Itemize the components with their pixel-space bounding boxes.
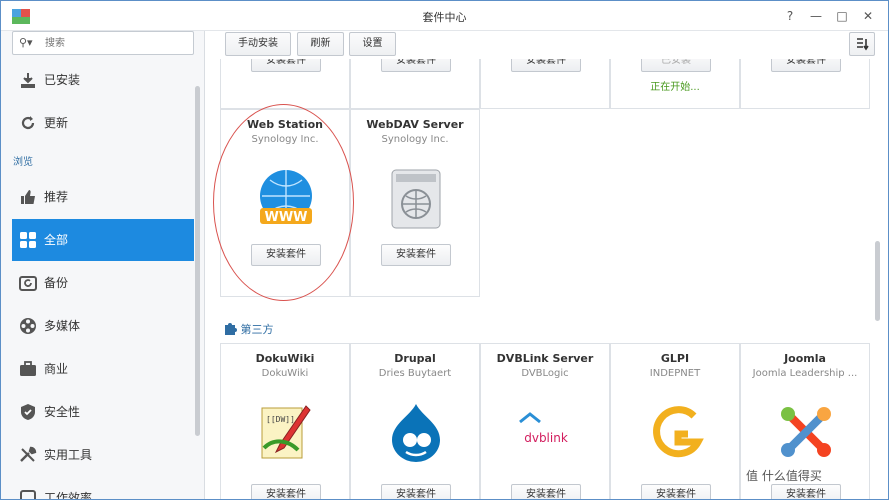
film-reel-icon [20, 318, 36, 334]
package-name: DokuWiki [255, 352, 315, 365]
search-icon: ⚲▾ [19, 36, 33, 49]
install-button[interactable]: 安装套件 [251, 59, 321, 72]
maximize-button[interactable]: □ [833, 7, 851, 25]
package-card: 安装套件 [220, 59, 350, 109]
puzzle-icon [225, 323, 237, 335]
manual-install-button[interactable]: 手动安装 [225, 32, 291, 56]
package-center-window: 套件中心 ? — □ ✕ ⚲▾ 已安装 更新 浏览 推荐 全部 备份 [0, 0, 889, 500]
sidebar-item-updates[interactable]: 更新 [12, 102, 194, 144]
sidebar-item-installed[interactable]: 已安装 [12, 59, 194, 101]
sidebar-item-label: 推荐 [44, 190, 69, 204]
install-button[interactable]: 安装套件 [251, 484, 321, 499]
sidebar-item-label: 全部 [44, 233, 69, 247]
package-vendor: Synology Inc. [381, 134, 449, 145]
package-card: 安装套件 [740, 59, 870, 109]
package-card: 已安装 正在开始... [610, 59, 740, 109]
title-bar: 套件中心 ? — □ ✕ [1, 1, 888, 31]
install-button[interactable]: 安装套件 [511, 59, 581, 72]
help-button[interactable]: ? [781, 7, 799, 25]
refresh-icon [21, 116, 35, 130]
sidebar-item-label: 安全性 [44, 405, 81, 419]
third-party-section: 第三方 [223, 321, 274, 337]
sidebar-item-backup[interactable]: 备份 [12, 262, 194, 304]
sidebar-item-business[interactable]: 商业 [12, 348, 194, 390]
package-card-dokuwiki[interactable]: DokuWiki DokuWiki [[DW]] 安装套件 [220, 343, 350, 499]
dokuwiki-logo-text: [[DW]] [266, 415, 295, 424]
close-button[interactable]: ✕ [859, 7, 877, 25]
sidebar-item-label: 商业 [44, 362, 69, 376]
package-card-glpi[interactable]: GLPI INDEPNET 安装套件 [610, 343, 740, 499]
settings-button[interactable]: 设置 [349, 32, 396, 56]
package-vendor: Joomla Leadership ... [752, 368, 858, 379]
sidebar-scrollbar[interactable] [195, 86, 200, 436]
thumbs-up-icon [21, 190, 35, 204]
install-button[interactable]: 安装套件 [381, 244, 451, 266]
sidebar-item-label: 多媒体 [44, 319, 81, 333]
sidebar-item-multimedia[interactable]: 多媒体 [12, 305, 194, 347]
package-card-dvblink-server[interactable]: DVBLink Server DVBLogic dvblink 安装套件 [480, 343, 610, 499]
watermark-text: 值 什么值得买 [746, 469, 822, 483]
sort-button[interactable] [849, 32, 875, 56]
status-text: 正在开始... [650, 82, 700, 93]
minimize-button[interactable]: — [807, 7, 825, 25]
package-name: DVBLink Server [496, 352, 594, 365]
sidebar-item-recommended[interactable]: 推荐 [12, 176, 194, 218]
package-card-drupal[interactable]: Drupal Dries Buytaert 安装套件 [350, 343, 480, 499]
package-name: GLPI [660, 352, 690, 365]
dvblink-logo-text: dvblink [524, 431, 568, 445]
install-button[interactable]: 安装套件 [771, 484, 841, 499]
package-card: 安装套件 [350, 59, 480, 109]
joomla-logo-icon [781, 407, 831, 457]
install-button[interactable]: 安装套件 [381, 59, 451, 72]
shield-icon [21, 404, 35, 420]
installed-button: 已安装 [641, 59, 711, 72]
content-scrollbar[interactable] [875, 241, 880, 321]
package-card: 安装套件 [480, 59, 610, 109]
search-input[interactable] [45, 35, 185, 51]
third-party-label: 第三方 [240, 323, 274, 336]
window-title: 套件中心 [422, 11, 467, 24]
sidebar-item-label: 工作效率 [44, 491, 93, 500]
sidebar-item-utilities[interactable]: 实用工具 [12, 434, 194, 476]
package-name: WebDAV Server [366, 118, 464, 131]
drupal-logo-icon [392, 404, 440, 462]
install-button[interactable]: 安装套件 [511, 484, 581, 499]
sort-icon [857, 38, 869, 51]
download-icon [21, 73, 35, 88]
productivity-icon [20, 490, 36, 499]
toolbar: 手动安装 刷新 设置 [206, 31, 888, 59]
install-button[interactable]: 安装套件 [381, 484, 451, 499]
package-name: Joomla [784, 352, 826, 365]
glpi-logo-icon [653, 406, 704, 458]
package-vendor: DVBLogic [521, 368, 569, 379]
annotation-circle [213, 104, 354, 301]
sidebar: ⚲▾ 已安装 更新 浏览 推荐 全部 备份 多媒体 [1, 31, 205, 500]
package-name: Drupal [394, 352, 436, 365]
webdav-server-logo-icon [391, 169, 441, 229]
backup-icon [19, 276, 37, 291]
dvblink-logo-icon: dvblink [516, 404, 576, 462]
sidebar-item-label: 备份 [44, 276, 69, 290]
sidebar-item-label: 更新 [44, 116, 69, 130]
install-button[interactable]: 安装套件 [641, 484, 711, 499]
sidebar-item-label: 实用工具 [44, 448, 93, 462]
package-card-webdav-server[interactable]: WebDAV Server Synology Inc. 安装套件 [350, 109, 480, 297]
briefcase-icon [20, 361, 36, 376]
install-button[interactable]: 安装套件 [771, 59, 841, 72]
tools-icon [20, 446, 37, 462]
package-vendor: Dries Buytaert [378, 368, 452, 379]
sidebar-item-all[interactable]: 全部 [12, 219, 194, 261]
search-box[interactable]: ⚲▾ [12, 31, 194, 55]
sidebar-item-security[interactable]: 安全性 [12, 391, 194, 433]
browse-section-label: 浏览 [13, 157, 33, 168]
sidebar-item-productivity[interactable]: 工作效率 [12, 477, 194, 500]
sidebar-item-label: 已安装 [44, 73, 81, 87]
package-vendor: INDEPNET [649, 368, 701, 379]
dokuwiki-logo-icon: [[DW]] [261, 405, 311, 459]
refresh-button[interactable]: 刷新 [297, 32, 344, 56]
package-vendor: DokuWiki [261, 368, 309, 379]
grid-icon [20, 232, 36, 248]
